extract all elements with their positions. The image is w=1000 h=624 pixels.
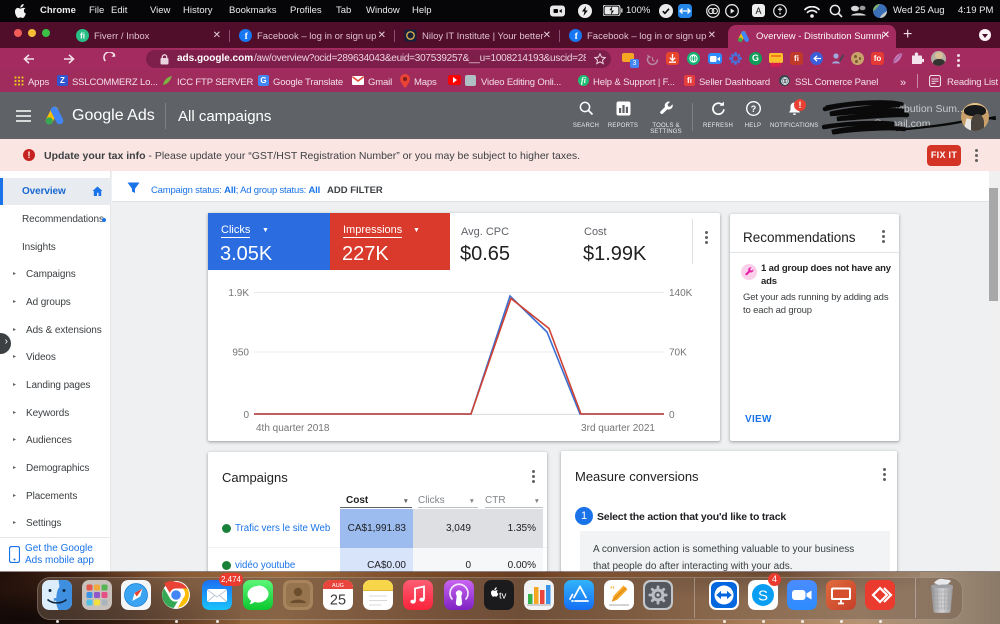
svg-text:A: A [755, 6, 761, 16]
svg-text:0: 0 [243, 410, 249, 421]
svg-text:3rd quarter 2021: 3rd quarter 2021 [581, 423, 655, 434]
svg-text:S: S [758, 588, 768, 605]
svg-text:4th quarter 2018: 4th quarter 2018 [256, 423, 330, 434]
svg-text:25: 25 [330, 593, 346, 609]
svg-text:tv: tv [499, 591, 507, 602]
svg-text:0: 0 [669, 410, 675, 421]
svg-text:fi: fi [80, 31, 85, 41]
svg-text:140K: 140K [669, 288, 693, 299]
svg-text:1.9K: 1.9K [228, 288, 249, 299]
svg-text:“: “ [610, 584, 615, 596]
svg-text:?: ? [750, 104, 756, 114]
svg-text:950: 950 [232, 348, 249, 359]
svg-text:70K: 70K [669, 348, 687, 359]
svg-text:AUG: AUG [332, 583, 344, 589]
